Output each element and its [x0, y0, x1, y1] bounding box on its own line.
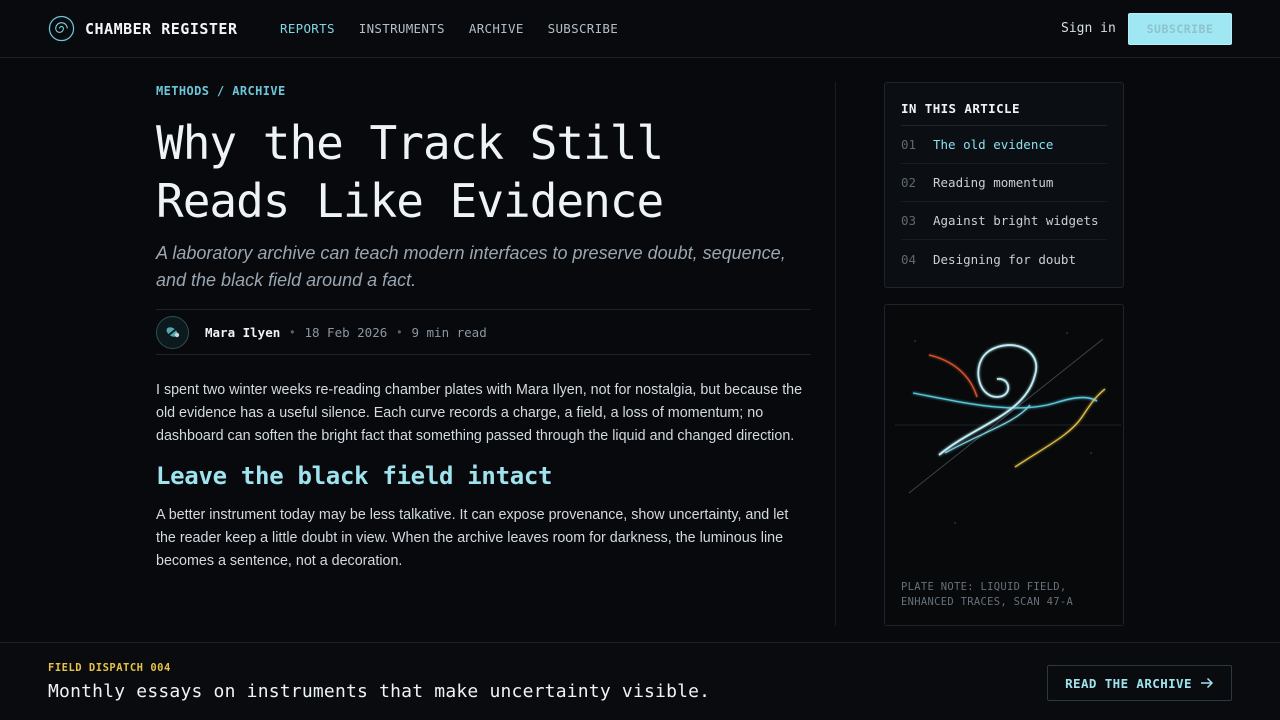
toc-item-reading-momentum[interactable]: 02 Reading momentum	[901, 164, 1107, 202]
avatar-icon	[163, 325, 181, 339]
nav-instruments[interactable]: INSTRUMENTS	[359, 21, 445, 36]
toc-item-number: 04	[901, 251, 917, 267]
byline: Mara Ilyen • 18 Feb 2026 • 9 min read	[156, 309, 811, 355]
breadcrumb[interactable]: METHODS / ARCHIVE	[156, 84, 286, 98]
toc-item-label: Designing for doubt	[933, 251, 1076, 267]
meta-separator: •	[397, 325, 402, 339]
particle-tracks-illustration	[895, 332, 1121, 524]
sign-in-link[interactable]: Sign in	[1061, 21, 1116, 36]
publish-date: 18 Feb 2026	[304, 324, 388, 340]
toc-item-label: The old evidence	[933, 137, 1054, 152]
read-archive-label: READ THE ARCHIVE	[1065, 675, 1192, 691]
arrow-right-icon	[1200, 677, 1213, 689]
column-divider	[835, 82, 836, 626]
main-nav: REPORTS INSTRUMENTS ARCHIVE SUBSCRIBE	[280, 21, 618, 36]
toc-item-against-bright-widgets[interactable]: 03 Against bright widgets	[901, 202, 1107, 240]
article-dek: A laboratory archive can teach modern in…	[156, 243, 786, 290]
dispatch-tag: FIELD DISPATCH 004	[48, 662, 171, 674]
article-title-line-2: Reads Like Evidence	[156, 174, 664, 228]
toc-item-number: 02	[901, 175, 917, 190]
dispatch-text: Monthly essays on instruments that make …	[48, 681, 711, 702]
plate-note: PLATE NOTE: LIQUID FIELD, ENHANCED TRACE…	[901, 580, 1111, 610]
read-archive-button[interactable]: READ THE ARCHIVE	[1047, 665, 1232, 701]
section-heading: Leave the black field intact	[156, 462, 553, 490]
plate-note-line-1: PLATE NOTE: LIQUID FIELD,	[901, 581, 1067, 593]
article-title-line-1: Why the Track Still	[156, 116, 664, 170]
read-time: 9 min read	[411, 324, 487, 340]
nav-reports[interactable]: REPORTS	[280, 21, 335, 36]
meta-separator: •	[290, 325, 295, 339]
brand-logo[interactable]: CHAMBER REGISTER	[48, 15, 238, 42]
nav-archive[interactable]: ARCHIVE	[469, 21, 524, 36]
spiral-logo-icon	[48, 15, 75, 42]
plate-note-line-2: ENHANCED TRACES, SCAN 47-A	[901, 596, 1074, 608]
article-title: Why the Track Still Reads Like Evidence	[156, 114, 796, 230]
avatar[interactable]	[156, 315, 189, 349]
toc-item-number: 03	[901, 213, 917, 228]
subscribe-button[interactable]: SUBSCRIBE	[1128, 13, 1232, 45]
chamber-plate-figure: PLATE NOTE: LIQUID FIELD, ENHANCED TRACE…	[884, 304, 1124, 626]
article-paragraph-2: A better instrument today may be less ta…	[156, 507, 789, 569]
toc-item-label: Reading momentum	[933, 175, 1054, 190]
nav-subscribe[interactable]: SUBSCRIBE	[548, 21, 618, 36]
toc-item-designing-for-doubt[interactable]: 04 Designing for doubt	[901, 240, 1107, 278]
table-of-contents: IN THIS ARTICLE 01 The old evidence 02 R…	[884, 82, 1124, 288]
brand-name: CHAMBER REGISTER	[85, 19, 238, 38]
author-name[interactable]: Mara Ilyen	[205, 325, 280, 340]
toc-item-old-evidence[interactable]: 01 The old evidence	[901, 126, 1107, 164]
dispatch-footer: FIELD DISPATCH 004 Monthly essays on ins…	[0, 642, 1280, 720]
article-paragraph-1: I spent two winter weeks re-reading cham…	[156, 382, 803, 444]
toc-item-label: Against bright widgets	[933, 213, 1099, 228]
top-navigation-bar: CHAMBER REGISTER REPORTS INSTRUMENTS ARC…	[0, 0, 1280, 58]
toc-item-number: 01	[901, 137, 917, 152]
toc-title: IN THIS ARTICLE	[901, 101, 1107, 126]
